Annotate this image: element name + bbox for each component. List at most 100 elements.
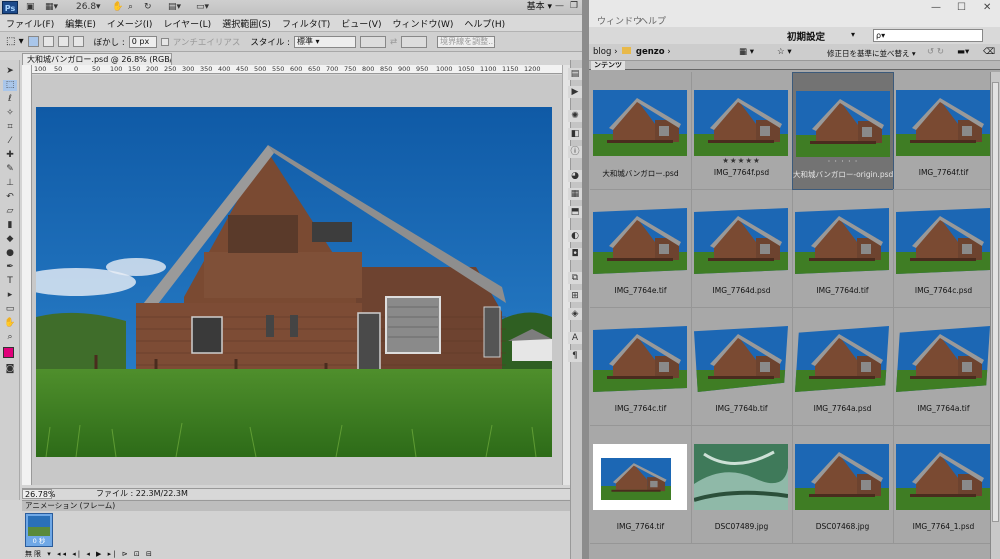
animation-controls[interactable]: 無限 ▾ ◂◂ ◂| ◂ ▶ ▸| ⊳ ⊡ ⊟ <box>25 549 154 559</box>
history-brush-tool-icon[interactable]: ↶ <box>3 192 17 203</box>
tab-content[interactable]: ンテンツ <box>591 61 625 70</box>
rating-stars[interactable]: ★★★★★ <box>691 156 792 165</box>
thumbnail-item[interactable]: ★★★★★ IMG_7764f.psd <box>691 72 793 190</box>
thumbnail-image[interactable] <box>694 444 788 510</box>
thumbnail-image[interactable] <box>896 444 990 510</box>
bridge-menu-window[interactable]: ウィンドウ <box>597 14 642 27</box>
menu-window[interactable]: ウィンドウ(W) <box>392 17 453 30</box>
blur-tool-icon[interactable]: ◆ <box>3 234 17 245</box>
thumbnail-item[interactable]: IMG_7764e.tif <box>590 190 692 308</box>
sort-dropdown[interactable]: 修正日を基準に並べ替え ▾ <box>827 48 916 59</box>
add-selection-button[interactable] <box>42 36 54 47</box>
rotate-icons[interactable]: ↺ ↻ <box>927 47 944 57</box>
type-tool-icon[interactable]: T <box>3 276 17 287</box>
hand-tool-panel-icon[interactable]: ✋ <box>3 318 17 329</box>
scrollbar-thumb[interactable] <box>992 82 999 522</box>
bridge-search-input[interactable]: ρ▾ <box>873 29 983 42</box>
paths-panel-icon[interactable]: ◈ <box>568 308 582 320</box>
close-icon[interactable]: ✕ <box>983 2 991 13</box>
quick-mask-icon[interactable]: ◙ <box>3 364 17 375</box>
thumbnail-item[interactable]: IMG_7764a.tif <box>893 308 995 426</box>
crop-tool-icon[interactable]: ⌗ <box>3 122 17 133</box>
view-options-icon[interactable]: ▦ ▾ <box>739 47 754 57</box>
clone-source-panel-icon[interactable]: ◧ <box>568 128 582 140</box>
workspace-switcher[interactable]: 基本 ▾ <box>527 0 552 15</box>
zoom-dropdown-arrow-icon[interactable]: ▾ <box>96 1 101 14</box>
document-canvas[interactable] <box>32 75 562 485</box>
animation-frame-1[interactable]: 0 秒 <box>25 513 53 547</box>
thumbnail-item[interactable]: 大和城バンガロー.psd <box>590 72 692 190</box>
breadcrumb-blog[interactable]: blog <box>593 47 611 57</box>
rating-filter-icon[interactable]: ☆ ▾ <box>777 47 792 57</box>
path-selection-tool-icon[interactable]: ▸ <box>3 290 17 301</box>
subtract-selection-button[interactable] <box>57 36 69 47</box>
masks-panel-icon[interactable]: ◘ <box>568 248 582 260</box>
move-tool-icon[interactable]: ➤ <box>3 66 17 77</box>
swatches-panel-icon[interactable]: ▦ <box>568 188 582 200</box>
thumbnail-image[interactable] <box>896 208 990 274</box>
width-input[interactable] <box>359 35 386 48</box>
swap-dimensions-icon[interactable]: ⇄ <box>390 37 397 47</box>
feather-input[interactable]: 0 px <box>128 35 157 48</box>
zoom-level-dropdown[interactable]: 26.8 <box>76 1 96 14</box>
eyedropper-tool-icon[interactable]: ⁄ <box>3 136 17 147</box>
style-select[interactable]: 標準 ▾ <box>293 35 356 48</box>
view-extras-icon[interactable]: ▦▾ <box>45 1 58 14</box>
info-panel-icon[interactable]: ⓘ <box>568 146 582 158</box>
lasso-tool-icon[interactable]: ℓ <box>3 94 17 105</box>
maximize-icon[interactable]: ☐ <box>957 2 966 13</box>
loop-select[interactable]: 無限 <box>25 550 43 558</box>
content-scrollbar[interactable] <box>990 72 1000 559</box>
delete-icon[interactable]: ⌫ <box>983 47 995 57</box>
zoom-tool-icon[interactable]: ⌕ <box>128 1 133 14</box>
thumbnail-image[interactable] <box>694 90 788 156</box>
pen-tool-icon[interactable]: ✒ <box>3 262 17 273</box>
thumbnail-image[interactable] <box>593 326 687 392</box>
bridge-workspace-label[interactable]: 初期設定 <box>787 29 825 43</box>
thumbnail-image[interactable] <box>694 326 788 392</box>
menu-layer[interactable]: レイヤー(L) <box>163 17 211 30</box>
minimize-icon[interactable]: — <box>931 2 941 13</box>
workspace-dropdown-icon[interactable]: ▾ <box>851 30 855 39</box>
channels-panel-icon[interactable]: ⊞ <box>568 290 582 302</box>
thumbnail-image[interactable] <box>593 444 687 510</box>
character-panel-icon[interactable]: A <box>568 332 582 344</box>
thumbnail-item[interactable]: · · · · · 大和城バンガロー-origin.psd <box>792 72 894 190</box>
history-panel-icon[interactable]: ▤ <box>568 68 582 80</box>
new-folder-icon[interactable]: ▬▾ <box>957 47 969 57</box>
brush-tool-icon[interactable]: ✎ <box>3 164 17 175</box>
healing-brush-tool-icon[interactable]: ✚ <box>3 150 17 161</box>
magic-wand-tool-icon[interactable]: ✧ <box>3 108 17 119</box>
dodge-tool-icon[interactable]: ● <box>3 248 17 259</box>
arrange-documents-icon[interactable]: ▤▾ <box>168 1 181 14</box>
menu-select[interactable]: 選択範囲(S) <box>222 17 271 30</box>
menu-filter[interactable]: フィルタ(T) <box>282 17 330 30</box>
intersect-selection-button[interactable] <box>72 36 84 47</box>
color-panel-icon[interactable]: ◕ <box>568 170 582 182</box>
playback-buttons[interactable]: ◂◂ ◂| ◂ ▶ ▸| ⊳ ⊡ ⊟ <box>57 550 154 558</box>
brushes-panel-icon[interactable]: ✺ <box>568 110 582 122</box>
eraser-tool-icon[interactable]: ▱ <box>3 206 17 217</box>
thumbnail-item[interactable]: IMG_7764.tif <box>590 426 692 544</box>
actions-panel-icon[interactable]: ▶ <box>568 86 582 98</box>
clone-stamp-tool-icon[interactable]: ⊥ <box>3 178 17 189</box>
menu-edit[interactable]: 編集(E) <box>65 17 96 30</box>
thumbnail-image[interactable] <box>795 208 889 274</box>
document-tab[interactable]: 大和城バンガロー.psd @ 26.8% (RGB/8) <box>22 53 172 65</box>
thumbnail-item[interactable]: DSC07489.jpg <box>691 426 793 544</box>
paragraph-panel-icon[interactable]: ¶ <box>568 350 582 362</box>
thumbnail-item[interactable]: IMG_7764d.tif <box>792 190 894 308</box>
menu-help[interactable]: ヘルプ(H) <box>464 17 505 30</box>
foreground-color-swatch[interactable] <box>3 347 14 358</box>
thumbnail-image[interactable] <box>795 326 889 392</box>
thumbnail-item[interactable]: IMG_7764a.psd <box>792 308 894 426</box>
antialias-checkbox[interactable] <box>160 37 169 46</box>
hand-tool-icon[interactable]: ✋ <box>112 1 123 14</box>
new-selection-button[interactable] <box>27 36 39 47</box>
thumbnail-item[interactable]: IMG_7764_1.psd <box>893 426 995 544</box>
thumbnail-item[interactable]: IMG_7764f.tif <box>893 72 995 190</box>
animation-frame-delay[interactable]: 0 秒 <box>26 535 52 545</box>
rating-stars[interactable]: · · · · · <box>793 157 893 166</box>
menu-file[interactable]: ファイル(F) <box>6 17 54 30</box>
thumbnail-item[interactable]: IMG_7764d.psd <box>691 190 793 308</box>
